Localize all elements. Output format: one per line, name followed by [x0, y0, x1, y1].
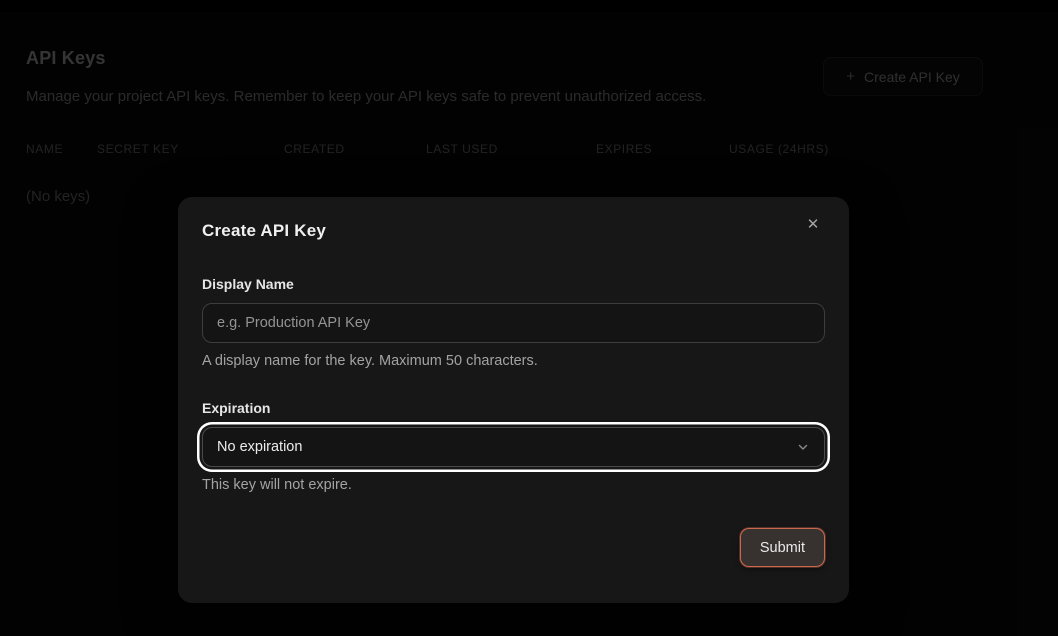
expiration-helper: This key will not expire. — [202, 477, 352, 493]
expiration-select[interactable]: No expiration — [202, 427, 825, 467]
submit-button[interactable]: Submit — [740, 528, 825, 567]
display-name-helper: A display name for the key. Maximum 50 c… — [202, 353, 538, 369]
display-name-input[interactable] — [202, 303, 825, 343]
chevron-down-icon — [796, 440, 810, 454]
modal-title: Create API Key — [202, 221, 326, 241]
display-name-label: Display Name — [202, 276, 294, 292]
expiration-selected-value: No expiration — [217, 439, 302, 455]
create-api-key-modal: Create API Key ✕ Display Name A display … — [178, 197, 849, 603]
expiration-label: Expiration — [202, 400, 270, 416]
close-icon[interactable]: ✕ — [799, 210, 827, 238]
